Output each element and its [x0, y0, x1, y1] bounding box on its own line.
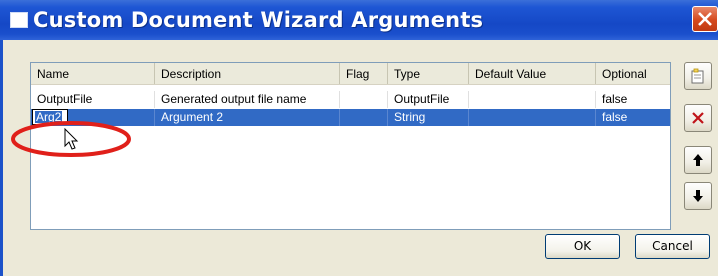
column-header-flag[interactable]: Flag — [340, 63, 388, 84]
table-row[interactable]: OutputFile Generated output file name Ou… — [31, 91, 670, 108]
title-bar[interactable]: Custom Document Wizard Arguments — [0, 0, 718, 40]
column-header-optional[interactable]: Optional — [596, 63, 670, 84]
move-up-button[interactable] — [684, 146, 712, 174]
close-icon — [698, 12, 712, 26]
list-header: Name Description Flag Type Default Value… — [31, 63, 670, 85]
new-argument-icon — [691, 68, 704, 84]
column-header-name[interactable]: Name — [31, 63, 155, 84]
cell-type: String — [388, 109, 469, 126]
cell-type: OutputFile — [388, 91, 469, 108]
arguments-list[interactable]: Name Description Flag Type Default Value… — [30, 62, 671, 230]
window-icon — [10, 12, 28, 28]
table-row-selected[interactable]: Arg2 Argument 2 String false — [31, 109, 670, 126]
arrow-up-icon — [693, 154, 703, 166]
name-edit-field[interactable]: Arg2 — [32, 109, 68, 125]
column-header-type[interactable]: Type — [388, 63, 469, 84]
mouse-cursor-icon — [64, 128, 79, 150]
cell-optional: false — [602, 110, 628, 124]
cell-default-value — [469, 109, 596, 126]
delete-button[interactable] — [684, 104, 712, 132]
cell-optional: false — [602, 92, 628, 106]
cell-description: Generated output file name — [155, 91, 340, 108]
cancel-button[interactable]: Cancel — [635, 234, 710, 259]
arrow-down-icon — [693, 190, 703, 202]
column-header-description[interactable]: Description — [155, 63, 340, 84]
name-edit-text[interactable]: Arg2 — [35, 111, 63, 123]
delete-icon — [692, 112, 704, 124]
cell-flag — [340, 91, 388, 108]
cell-name: OutputFile — [31, 91, 155, 108]
close-button[interactable] — [692, 6, 718, 32]
cell-flag — [340, 109, 388, 126]
new-argument-button[interactable] — [684, 62, 712, 90]
move-down-button[interactable] — [684, 182, 712, 210]
cell-name[interactable]: Arg2 — [31, 109, 155, 126]
cell-default-value — [469, 91, 596, 108]
dialog-window: Custom Document Wizard Arguments Name De… — [0, 0, 718, 276]
ok-button[interactable]: OK — [545, 234, 620, 259]
cell-description: Argument 2 — [155, 109, 340, 126]
column-header-default-value[interactable]: Default Value — [469, 63, 596, 84]
window-title: Custom Document Wizard Arguments — [33, 8, 484, 32]
